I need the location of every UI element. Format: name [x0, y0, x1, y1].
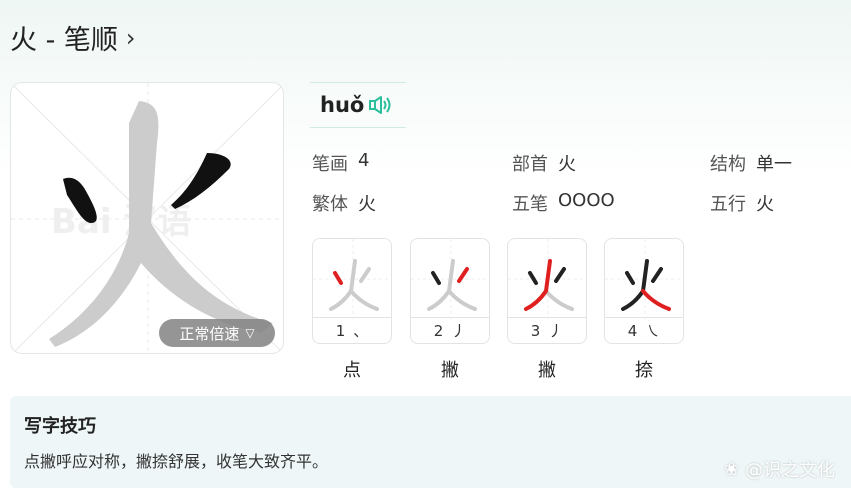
stroke-number-row: 4 ㇏ — [605, 317, 683, 343]
info-value: 火 — [558, 154, 576, 175]
stroke-number-row: 1 、 — [313, 317, 391, 343]
stroke-name-3: 撇 — [538, 360, 556, 381]
stroke-card-2[interactable]: 2 丿 — [410, 238, 490, 344]
character-grid: Bai 汉语 — [11, 83, 283, 353]
info-value: OOOO — [558, 190, 615, 211]
info-label: 五行 — [710, 194, 746, 215]
speed-label: 正常倍速 — [179, 324, 240, 343]
speaker-icon[interactable] — [368, 94, 392, 116]
pinyin-box[interactable]: huǒ — [310, 82, 406, 128]
info-strokes: 笔画 4 — [312, 150, 369, 176]
chevron-down-icon: ▽ — [245, 326, 255, 340]
stroke-card-4[interactable]: 4 ㇏ — [604, 238, 684, 344]
chevron-right-icon: › — [125, 23, 136, 52]
stroke-card-3[interactable]: 3 丿 — [507, 238, 587, 344]
page-title[interactable]: 火 - 笔顺 › — [10, 18, 136, 57]
pinyin-text: huǒ — [320, 93, 365, 117]
info-label: 五笔 — [512, 194, 548, 215]
info-structure: 结构 单一 — [710, 150, 792, 176]
stroke-symbol: ㇏ — [645, 322, 661, 340]
stroke-name-1: 点 — [343, 360, 361, 381]
stroke-pie-short — [171, 153, 231, 209]
stroke-animation-panel[interactable]: Bai 汉语 正常倍速 ▽ — [10, 82, 284, 354]
info-label: 部首 — [512, 154, 548, 175]
info-radical: 部首 火 — [512, 150, 576, 176]
info-traditional: 繁体 火 — [312, 190, 376, 216]
info-value: 火 — [756, 194, 774, 215]
stroke-symbol: 、 — [353, 322, 369, 340]
stroke-symbol: 丿 — [451, 322, 467, 340]
info-label: 笔画 — [312, 154, 348, 175]
stroke-index: 2 — [433, 321, 444, 340]
info-label: 繁体 — [312, 194, 348, 215]
stroke-glyph — [508, 239, 586, 319]
stroke-symbol: 丿 — [548, 322, 564, 340]
source-watermark: ❀ @识之文化 — [724, 456, 835, 482]
stroke-glyph — [313, 239, 391, 319]
stroke-name-2: 撇 — [441, 360, 459, 381]
stroke-glyph — [605, 239, 683, 319]
speed-select-button[interactable]: 正常倍速 ▽ — [159, 319, 275, 347]
wechat-icon: ❀ — [723, 458, 739, 480]
info-value: 4 — [358, 150, 370, 171]
stroke-index: 1 — [335, 321, 346, 340]
tips-text: 点撇呼应对称，撇捺舒展，收笔大致齐平。 — [24, 452, 329, 471]
info-wubi: 五笔 OOOO — [512, 190, 615, 216]
info-wuxing: 五行 火 — [710, 190, 774, 216]
stroke-number-row: 3 丿 — [508, 317, 586, 343]
stroke-index: 4 — [627, 321, 638, 340]
tips-title: 写字技巧 — [24, 416, 96, 437]
bai-watermark: Bai 汉语 — [51, 202, 191, 242]
stroke-glyph — [411, 239, 489, 319]
info-value: 火 — [358, 194, 376, 215]
stroke-card-1[interactable]: 1 、 — [312, 238, 392, 344]
stroke-number-row: 2 丿 — [411, 317, 489, 343]
stroke-index: 3 — [530, 321, 541, 340]
source-watermark-text: @识之文化 — [745, 460, 835, 481]
page-title-text: 火 - 笔顺 — [10, 25, 118, 56]
info-value: 单一 — [756, 154, 792, 175]
info-label: 结构 — [710, 154, 746, 175]
stroke-name-4: 捺 — [635, 360, 653, 381]
